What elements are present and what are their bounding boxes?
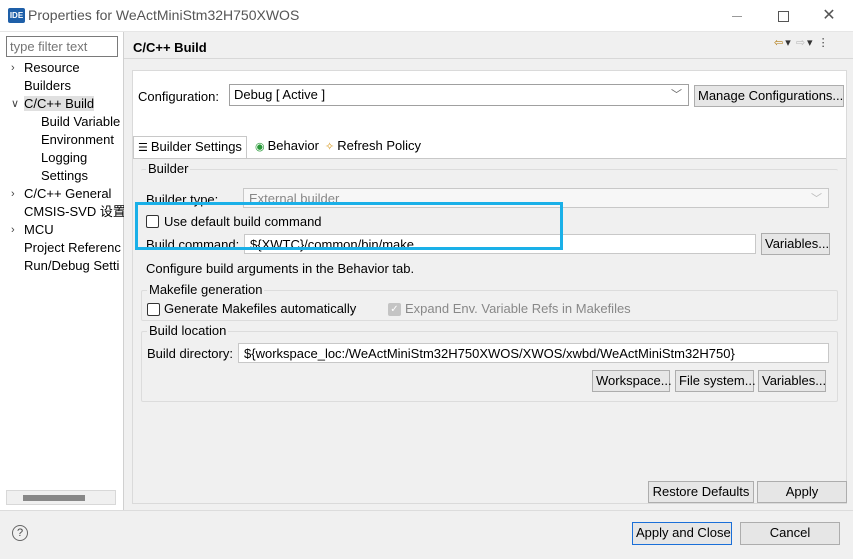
tree-item[interactable]: ∨ C/C++ Build — [11, 95, 124, 113]
tree-item[interactable]: Logging — [41, 149, 124, 167]
page-nav: ⇦ ▾ ⇨ ▾ ⋮ — [774, 36, 831, 49]
title-bar: IDE Properties for WeActMiniStm32H750XWO… — [0, 0, 853, 32]
build-directory-label: Build directory: — [147, 346, 233, 361]
page-title: C/C++ Build — [133, 40, 207, 55]
tab-label: Refresh Policy — [337, 138, 422, 153]
generate-makefiles-checkbox[interactable] — [147, 303, 160, 316]
tree-item-label: Run/Debug Setti — [24, 258, 120, 273]
configuration-value: Debug [ Active ] — [234, 87, 326, 102]
filter-input[interactable] — [6, 36, 118, 57]
tree-item-label: Builders — [24, 78, 71, 93]
expand-env-checkbox: ✓ — [388, 303, 401, 316]
tree-item-label: Project Referenc — [24, 240, 121, 255]
tree-item[interactable]: › C/C++ General — [11, 185, 124, 203]
tab-builder-settings[interactable]: ☰ Builder Settings — [133, 136, 247, 159]
forward-icon[interactable]: ⇨ — [796, 37, 805, 49]
tab-behavior[interactable]: ◉ Behavior — [251, 136, 323, 158]
build-directory-input[interactable]: ${workspace_loc:/WeActMiniStm32H750XWOS/… — [238, 343, 829, 363]
close-icon[interactable]: ✕ — [806, 0, 852, 32]
back-menu-icon[interactable]: ▾ — [785, 37, 791, 49]
manage-configurations-button[interactable]: Manage Configurations... — [694, 85, 844, 107]
chevron-down-icon: ﹀ — [671, 89, 682, 101]
tree-item[interactable]: Project Referenc — [24, 239, 124, 257]
tree-item-label: Environment — [41, 132, 114, 147]
cancel-button[interactable]: Cancel — [740, 522, 840, 545]
back-icon[interactable]: ⇦ — [774, 37, 783, 49]
makefile-group-title: Makefile generation — [147, 282, 265, 297]
list-icon: ☰ — [138, 142, 148, 154]
tree-item-label: MCU — [24, 222, 54, 237]
tree-item[interactable]: › Resource — [11, 59, 124, 77]
location-variables-button[interactable]: Variables... — [758, 370, 826, 392]
refresh-icon: ✧ — [325, 141, 335, 153]
maximize-icon[interactable] — [760, 0, 806, 32]
file-system-button[interactable]: File system... — [675, 370, 756, 392]
tree-item[interactable]: Environment — [41, 131, 124, 149]
config-panel: Configuration: Debug [ Active ] ﹀ Manage… — [132, 70, 847, 504]
radio-icon: ◉ — [255, 141, 265, 153]
tab-refresh-policy[interactable]: ✧ Refresh Policy — [321, 136, 425, 158]
tree-item-label: C/C++ General — [24, 186, 112, 201]
configuration-label: Configuration: — [138, 89, 219, 104]
tree-item[interactable]: Settings — [41, 167, 124, 185]
builder-variables-button[interactable]: Variables... — [761, 233, 830, 255]
tab-label: Behavior — [267, 138, 319, 153]
build-location-group: Build location Build directory: ${worksp… — [141, 323, 838, 402]
app-icon: IDE — [8, 8, 25, 23]
workspace-button[interactable]: Workspace... — [592, 370, 672, 392]
configuration-select[interactable]: Debug [ Active ] ﹀ — [229, 84, 689, 106]
generate-makefiles-label: Generate Makefiles automatically — [164, 301, 357, 316]
forward-menu-icon[interactable]: ▾ — [807, 37, 813, 49]
scrollbar-thumb[interactable] — [23, 495, 85, 501]
tree-item[interactable]: CMSIS-SVD 设置 — [24, 203, 124, 221]
window-title: Properties for WeActMiniStm32H750XWOS — [28, 7, 300, 23]
tree-item-label: CMSIS-SVD 设置 — [24, 204, 124, 219]
dialog-footer: ? Apply and Close Cancel — [0, 510, 853, 559]
horizontal-scrollbar[interactable] — [6, 490, 116, 505]
tree-item[interactable]: Builders — [24, 77, 124, 95]
tree-item-label: C/C++ Build — [24, 96, 95, 111]
minimize-icon[interactable] — [714, 0, 760, 32]
sidebar: ›ResourceBuilders ∨C/C++ BuildBuild Varia… — [0, 32, 124, 510]
apply-button[interactable]: Apply — [757, 481, 847, 503]
builder-group-title: Builder — [146, 161, 191, 176]
title-divider — [124, 58, 853, 59]
tree-item-label: Settings — [41, 168, 88, 183]
expand-env-label: Expand Env. Variable Refs in Makefiles — [405, 301, 631, 316]
tree-item[interactable]: Build Variable — [41, 113, 124, 131]
tree-item[interactable]: Run/Debug Setti — [24, 257, 124, 275]
chevron-down-icon: ﹀ — [811, 193, 822, 205]
restore-defaults-button[interactable]: Restore Defaults — [648, 481, 754, 503]
main-pane: C/C++ Build ⇦ ▾ ⇨ ▾ ⋮ Configuration: Debug… — [124, 32, 853, 510]
tree-item-label: Resource — [24, 60, 80, 75]
apply-and-close-button[interactable]: Apply and Close — [632, 522, 732, 545]
help-icon[interactable]: ? — [12, 525, 28, 541]
makefile-group: Makefile generation Generate Makefiles a… — [141, 282, 838, 321]
tab-label: Builder Settings — [150, 139, 242, 154]
builder-hint: Configure build arguments in the Behavio… — [146, 261, 415, 276]
build-location-group-title: Build location — [147, 323, 229, 338]
highlight-box — [135, 202, 563, 250]
tree-item-label: Logging — [41, 150, 88, 165]
tab-strip: ☰ Builder Settings ◉ Behavior ✧ Refresh Pol… — [133, 136, 846, 159]
more-icon[interactable]: ⋮ — [818, 37, 829, 49]
tree-item[interactable]: › MCU — [11, 221, 124, 239]
tree-item-label: Build Variable — [41, 114, 121, 129]
